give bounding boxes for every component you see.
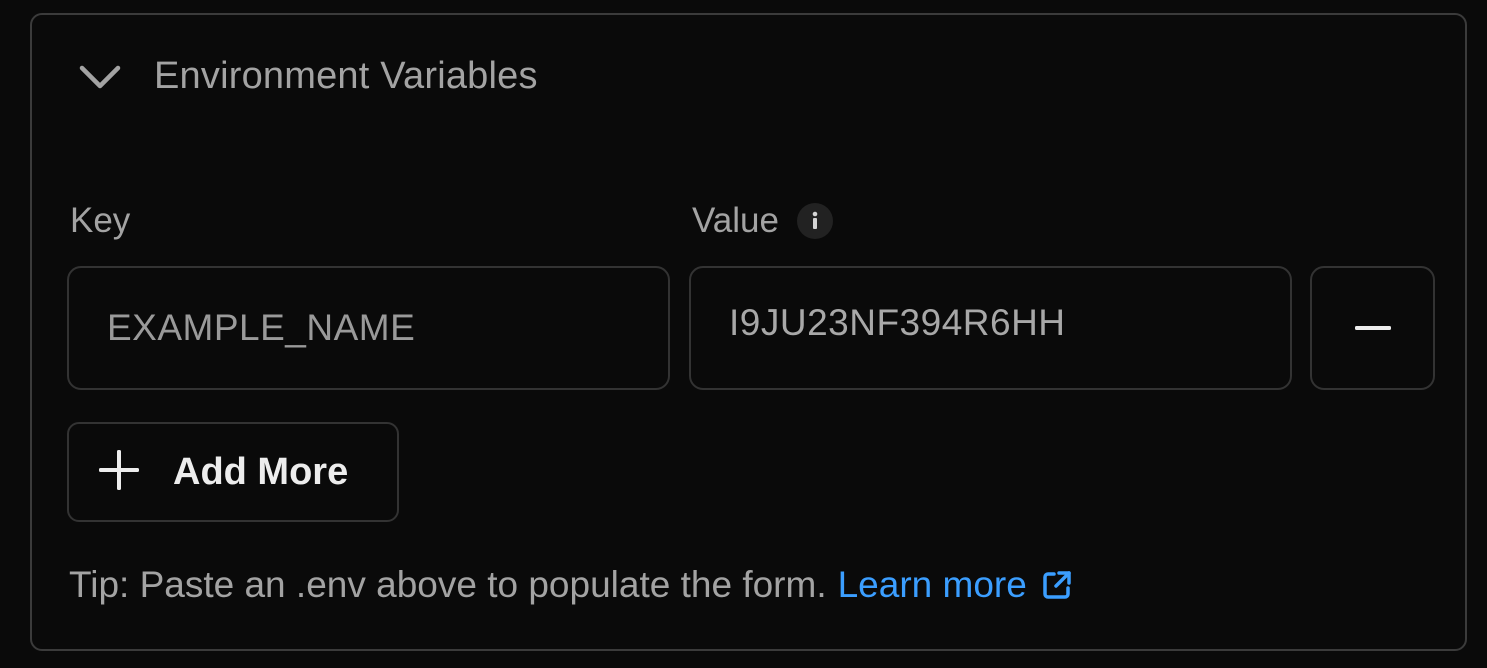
plus-icon	[97, 448, 141, 497]
value-label: Value	[692, 201, 779, 240]
remove-row-button[interactable]	[1310, 266, 1435, 390]
key-placeholder: EXAMPLE_NAME	[107, 307, 416, 348]
external-link-icon	[1041, 569, 1073, 601]
value-text: I9JU23NF394R6HH	[729, 302, 1066, 343]
add-more-label: Add More	[173, 450, 349, 493]
tip-text: Tip: Paste an .env above to populate the…	[69, 564, 827, 605]
tip-text-row: Tip: Paste an .env above to populate the…	[69, 564, 1073, 606]
minus-icon	[1353, 319, 1393, 337]
section-title: Environment Variables	[154, 55, 538, 97]
key-input[interactable]: EXAMPLE_NAME	[67, 266, 670, 390]
learn-more-label: Learn more	[837, 564, 1027, 605]
learn-more-link[interactable]: Learn more	[838, 564, 1073, 606]
value-input[interactable]: I9JU23NF394R6HH	[689, 266, 1292, 390]
chevron-down-icon	[76, 57, 124, 97]
environment-variables-panel: Environment Variables Key Value EXAMPLE_…	[30, 13, 1467, 651]
info-icon[interactable]	[796, 203, 833, 239]
section-header-toggle[interactable]: Environment Variables	[76, 55, 538, 98]
add-more-button[interactable]: Add More	[67, 422, 399, 522]
key-label: Key	[70, 201, 131, 240]
value-label-group: Value	[692, 201, 833, 241]
